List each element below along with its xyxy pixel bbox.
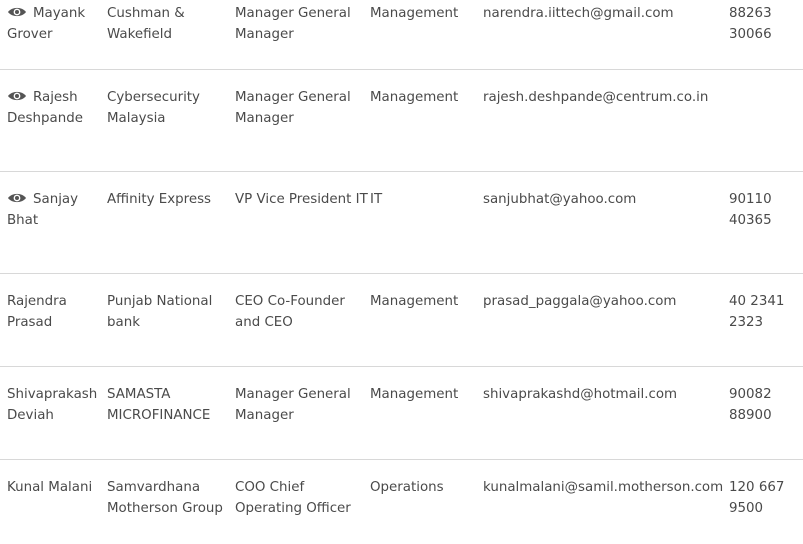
contact-name-cell: Kunal Malani (0, 460, 107, 544)
company-cell: Affinity Express (107, 172, 235, 274)
company-cell: Cushman & Wakefield (107, 0, 235, 70)
email-cell[interactable]: kunalmalani@samil.motherson.com (483, 460, 729, 544)
email-cell[interactable]: sanjubhat@yahoo.com (483, 172, 729, 274)
contact-name-last[interactable]: Grover (7, 27, 52, 42)
eye-icon[interactable] (7, 192, 27, 204)
table-row[interactable]: Rajendra Prasad Punjab National bank CEO … (0, 274, 803, 367)
contact-name-cell: Rajesh Deshpande (0, 70, 107, 172)
table-row[interactable]: Sanjay Bhat Affinity Express VP Vice Pres… (0, 172, 803, 274)
contact-name-cell: Mayank Grover (0, 0, 107, 70)
contact-name-first[interactable]: Sanjay (33, 192, 78, 207)
designation-cell: Manager General Manager (235, 367, 370, 460)
contact-name-last[interactable]: Prasad (7, 315, 52, 330)
designation-cell: Manager General Manager (235, 70, 370, 172)
contact-name-first[interactable]: Kunal Malani (7, 480, 92, 495)
department-cell: Management (370, 70, 483, 172)
company-cell: Punjab National bank (107, 274, 235, 367)
email-cell[interactable]: narendra.iittech@gmail.com (483, 0, 729, 70)
phone-cell[interactable]: 88263 30066 (729, 0, 803, 70)
contact-name-cell: Rajendra Prasad (0, 274, 107, 367)
email-cell[interactable]: rajesh.deshpande@centrum.co.in (483, 70, 729, 172)
contact-name-first[interactable]: Shivaprakash (7, 387, 97, 402)
table-row[interactable]: Rajesh Deshpande Cybersecurity Malaysia M… (0, 70, 803, 172)
phone-cell[interactable]: 120 667 9500 (729, 460, 803, 544)
company-cell: Cybersecurity Malaysia (107, 70, 235, 172)
table-row[interactable]: Mayank Grover Cushman & Wakefield Manager… (0, 0, 803, 70)
email-cell[interactable]: shivaprakashd@hotmail.com (483, 367, 729, 460)
contact-name-last[interactable]: Deviah (7, 408, 54, 423)
department-cell: IT (370, 172, 483, 274)
company-cell: Samvardhana Motherson Group (107, 460, 235, 544)
contact-name-last[interactable]: Deshpande (7, 111, 83, 126)
table-row[interactable]: Kunal Malani Samvardhana Motherson Group… (0, 460, 803, 544)
contact-name-cell: Shivaprakash Deviah (0, 367, 107, 460)
company-cell: SAMASTA MICROFINANCE (107, 367, 235, 460)
eye-icon[interactable] (7, 6, 27, 18)
contact-name-first[interactable]: Rajendra (7, 294, 67, 309)
designation-cell: Manager General Manager (235, 0, 370, 70)
department-cell: Operations (370, 460, 483, 544)
department-cell: Management (370, 274, 483, 367)
phone-cell[interactable] (729, 70, 803, 172)
department-cell: Management (370, 0, 483, 70)
contact-name-last[interactable]: Bhat (7, 213, 38, 228)
email-cell[interactable]: prasad_paggala@yahoo.com (483, 274, 729, 367)
designation-cell: VP Vice President IT (235, 172, 370, 274)
eye-icon[interactable] (7, 90, 27, 102)
contacts-table: Mayank Grover Cushman & Wakefield Manager… (0, 0, 803, 544)
contact-name-first[interactable]: Rajesh (33, 90, 78, 105)
contact-name-cell: Sanjay Bhat (0, 172, 107, 274)
phone-cell[interactable]: 40 2341 2323 (729, 274, 803, 367)
designation-cell: COO Chief Operating Officer (235, 460, 370, 544)
contact-name-first[interactable]: Mayank (33, 6, 85, 21)
phone-cell[interactable]: 90110 40365 (729, 172, 803, 274)
designation-cell: CEO Co-Founder and CEO (235, 274, 370, 367)
phone-cell[interactable]: 90082 88900 (729, 367, 803, 460)
table-row[interactable]: ShivaprakashDeviah SAMASTA MICROFINANCE … (0, 367, 803, 460)
department-cell: Management (370, 367, 483, 460)
